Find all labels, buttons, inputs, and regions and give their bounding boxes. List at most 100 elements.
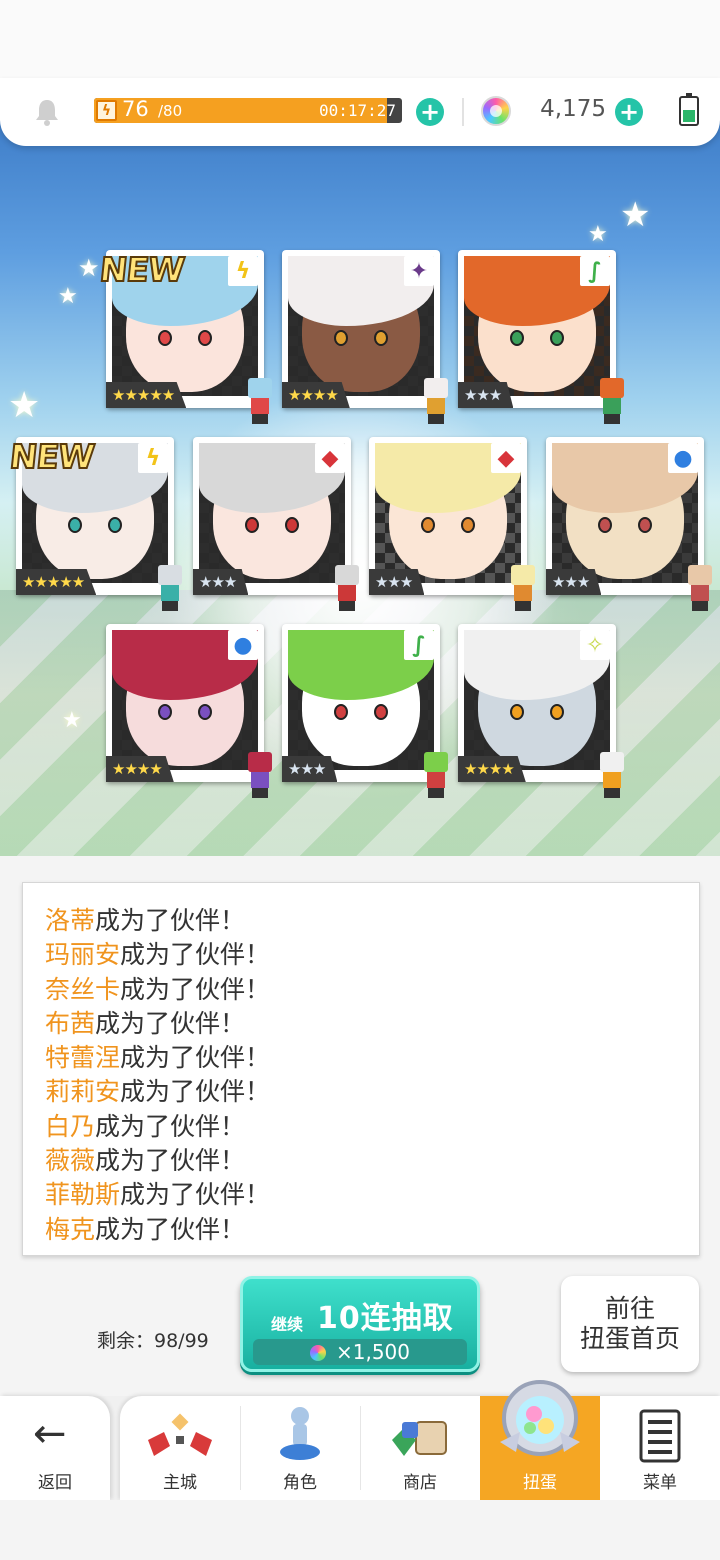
- character-name: 布茜: [45, 1008, 96, 1038]
- tab-shop[interactable]: 商店: [360, 1396, 480, 1500]
- bottom-nav: ← 返回 主城 角色 商店 扭蛋 菜单: [0, 1380, 720, 1500]
- dark-element-icon: ✦: [404, 256, 434, 286]
- shop-icon: [392, 1421, 447, 1456]
- character-card[interactable]: ϟ ★★★★★ NEW: [7, 436, 182, 611]
- new-badge: NEW: [7, 436, 97, 477]
- new-badge: NEW: [97, 249, 187, 290]
- character-card[interactable]: ● ★★★★: [106, 624, 272, 798]
- gacha-home-button[interactable]: 前往 扭蛋首页: [561, 1276, 699, 1372]
- portrait-eye: [285, 517, 299, 533]
- character-card[interactable]: ◆ ★★★: [193, 437, 359, 611]
- ten-pull-label: 10连抽取: [317, 1301, 454, 1336]
- tab-menu[interactable]: 菜单: [600, 1396, 720, 1500]
- portrait-eye: [374, 704, 388, 720]
- pixel-sprite-icon: [327, 565, 365, 611]
- divider: [462, 98, 464, 126]
- top-margin: [0, 0, 720, 80]
- rarity-stars: ★★★★: [106, 756, 174, 782]
- log-suffix: 成为了伙伴！: [120, 974, 271, 1004]
- stamina-bar: ϟ 76 /80 00:17:27: [94, 98, 402, 123]
- light-element-icon: ✧: [580, 630, 610, 660]
- tab-characters[interactable]: 角色: [240, 1396, 360, 1500]
- log-line: 莉莉安成为了伙伴！: [45, 1072, 270, 1106]
- acquisition-log[interactable]: 洛蒂成为了伙伴！ 玛丽安成为了伙伴！ 奈丝卡成为了伙伴！ 布茜成为了伙伴！ 特蕾涅成为了…: [22, 882, 700, 1256]
- rarity-stars: ★★★: [458, 382, 514, 408]
- battery-icon: [679, 93, 699, 126]
- lightning-icon: ϟ: [96, 100, 117, 121]
- character-card[interactable]: ϟ ★★★★★ NEW: [97, 249, 272, 424]
- character-card[interactable]: ✧ ★★★★: [458, 624, 624, 798]
- character-card[interactable]: ● ★★★: [546, 437, 712, 611]
- bell-icon[interactable]: [34, 98, 60, 126]
- rarity-stars: ★★★★★: [16, 569, 97, 595]
- log-line: 洛蒂成为了伙伴！: [45, 901, 270, 935]
- pull-cost-value: ×1,500: [335, 1340, 410, 1364]
- log-line: 梅克成为了伙伴！: [45, 1210, 270, 1244]
- status-bar: ϟ 76 /80 00:17:27 + 4,175 +: [0, 78, 720, 146]
- portrait-eye: [510, 704, 524, 720]
- continue-label: 继续: [271, 1315, 304, 1334]
- pixel-sprite-icon: [416, 378, 454, 424]
- rarity-stars: ★★★★: [282, 382, 350, 408]
- pixel-sprite-icon: [592, 378, 630, 424]
- tab-label: 角色: [283, 1473, 317, 1493]
- rainbow-gem-icon: [481, 96, 511, 126]
- portrait-eye: [108, 517, 122, 533]
- log-suffix: 成为了伙伴！: [120, 940, 271, 970]
- character-name: 玛丽安: [45, 940, 121, 970]
- log-line: 薇薇成为了伙伴！: [45, 1141, 270, 1175]
- tab-label: 主城: [163, 1473, 197, 1493]
- log-suffix: 成为了伙伴！: [95, 1214, 246, 1244]
- character-card[interactable]: ∫ ★★★: [458, 250, 624, 424]
- pixel-sprite-icon: [416, 752, 454, 798]
- pixel-sprite-icon: [240, 378, 278, 424]
- portrait-eye: [158, 704, 172, 720]
- character-card[interactable]: ∫ ★★★: [282, 624, 448, 798]
- character-name: 洛蒂: [45, 906, 96, 935]
- nav-tabs: 主城 角色 商店 扭蛋 菜单: [120, 1380, 720, 1500]
- lightning-element-icon: ϟ: [138, 443, 168, 473]
- log-line: 奈丝卡成为了伙伴！: [45, 970, 270, 1004]
- wind-element-icon: ∫: [580, 256, 610, 286]
- bottom-margin: [0, 1500, 720, 1560]
- remaining-count: 剩余：98/99: [97, 1330, 209, 1352]
- portrait-eye: [421, 517, 435, 533]
- rarity-stars: ★★★★★: [106, 382, 187, 408]
- rarity-stars: ★★★: [282, 756, 338, 782]
- ten-pull-button[interactable]: 继续 10连抽取 ×1,500: [240, 1276, 480, 1372]
- log-line: 白乃成为了伙伴！: [45, 1107, 270, 1141]
- pull-cost: ×1,500: [253, 1339, 467, 1365]
- portrait-eye: [461, 517, 475, 533]
- log-suffix: 成为了伙伴！: [95, 906, 246, 935]
- log-suffix: 成为了伙伴！: [120, 1180, 271, 1210]
- log-suffix: 成为了伙伴！: [120, 1043, 271, 1073]
- log-suffix: 成为了伙伴！: [95, 1008, 246, 1038]
- character-card[interactable]: ✦ ★★★★: [282, 250, 448, 424]
- character-name: 梅克: [45, 1214, 96, 1244]
- portrait-eye: [598, 517, 612, 533]
- gacha-icon: [500, 1380, 580, 1456]
- rarity-stars: ★★★: [546, 569, 602, 595]
- log-lines: 洛蒂成为了伙伴！ 玛丽安成为了伙伴！ 奈丝卡成为了伙伴！ 布茜成为了伙伴！ 特蕾涅成为了…: [45, 901, 270, 1244]
- portrait-eye: [198, 704, 212, 720]
- add-stamina-plus-icon[interactable]: +: [416, 98, 444, 126]
- back-button[interactable]: ← 返回: [0, 1396, 110, 1500]
- portrait-eye: [334, 704, 348, 720]
- water-element-icon: ●: [228, 630, 258, 660]
- tab-castle[interactable]: 主城: [120, 1396, 240, 1500]
- tab-label: 扭蛋: [523, 1473, 557, 1493]
- tab-gacha[interactable]: 扭蛋: [480, 1380, 600, 1500]
- sparkle-star-icon: ★: [588, 222, 608, 247]
- stamina-max: /80: [158, 102, 183, 120]
- add-gems-plus-icon[interactable]: +: [615, 98, 643, 126]
- character-name: 薇薇: [45, 1146, 96, 1176]
- home-line-1: 前往: [604, 1294, 655, 1323]
- rarity-stars: ★★★★: [458, 756, 526, 782]
- character-card[interactable]: ◆ ★★★: [369, 437, 535, 611]
- gem-count: 4,175: [540, 96, 606, 122]
- character-name: 奈丝卡: [45, 974, 121, 1004]
- rarity-stars: ★★★: [369, 569, 425, 595]
- log-line: 布茜成为了伙伴！: [45, 1004, 270, 1038]
- log-line: 特蕾涅成为了伙伴！: [45, 1038, 270, 1072]
- portrait-eye: [638, 517, 652, 533]
